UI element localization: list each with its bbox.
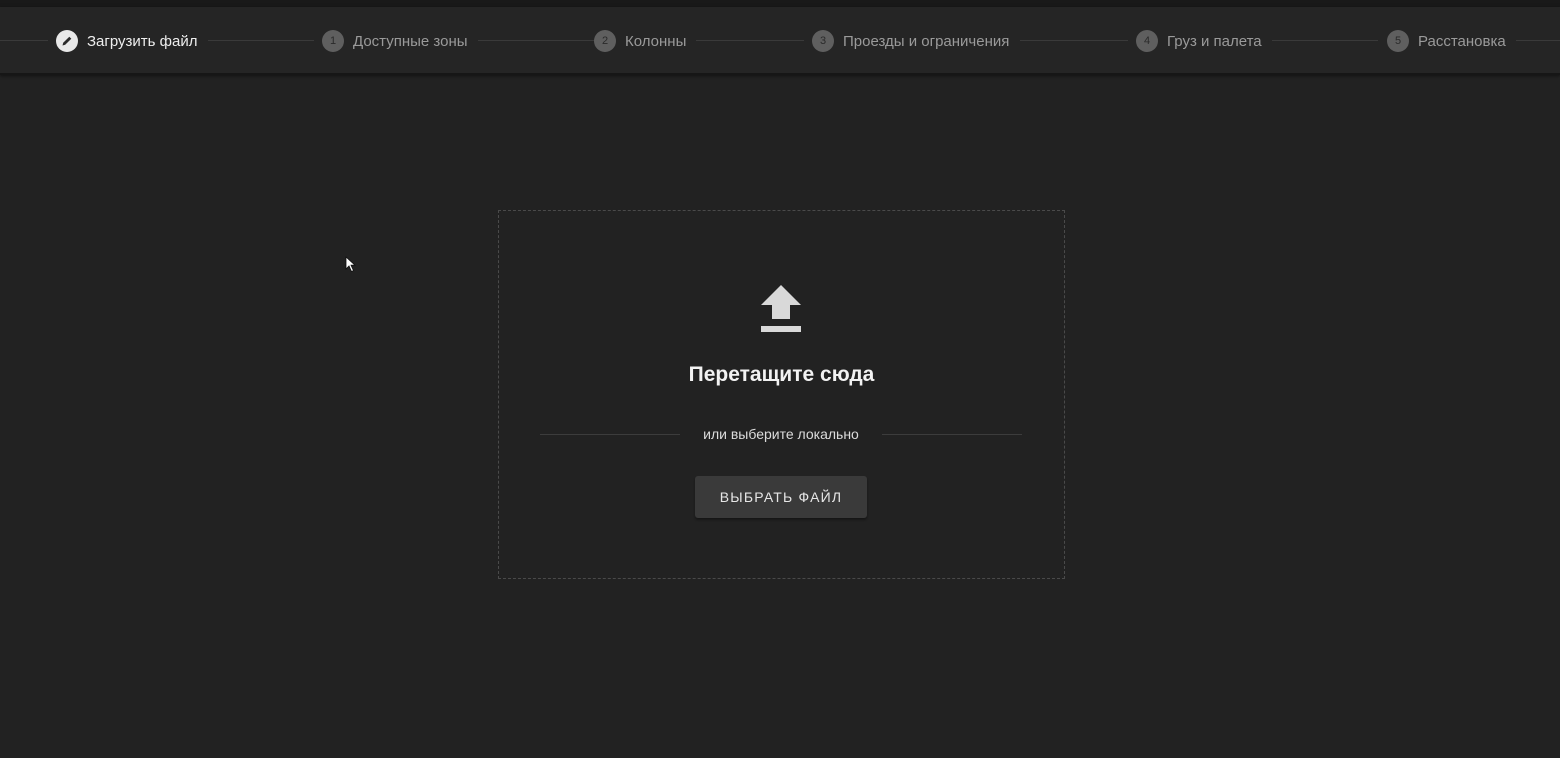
top-strip (0, 0, 1560, 7)
mouse-cursor-icon (345, 256, 357, 273)
stepper: Загрузить файл 1 Доступные зоны 2 Колонн… (0, 7, 1560, 75)
stepper-connector (478, 40, 596, 41)
stepper-connector (1516, 40, 1560, 41)
step-upload-file[interactable]: Загрузить файл (56, 29, 197, 53)
stepper-connector (0, 40, 48, 41)
step-label: Проезды и ограничения (843, 32, 1010, 50)
step-columns[interactable]: 2 Колонны (594, 29, 686, 53)
dropzone-divider: или выберите локально (540, 425, 1022, 445)
divider-text: или выберите локально (703, 426, 859, 442)
stepper-connector (696, 40, 804, 41)
step-label: Расстановка (1418, 32, 1506, 50)
step-available-zones[interactable]: 1 Доступные зоны (322, 29, 468, 53)
stepper-connector (1272, 40, 1378, 41)
step-label: Загрузить файл (87, 32, 198, 50)
step-cargo-pallet[interactable]: 4 Груз и палета (1136, 29, 1262, 53)
step-passages-restrictions[interactable]: 3 Проезды и ограничения (812, 29, 1009, 53)
step-number: 4 (1136, 30, 1158, 52)
step-label: Колонны (625, 32, 687, 50)
pencil-icon (56, 30, 78, 52)
choose-file-button[interactable]: ВЫБРАТЬ ФАЙЛ (695, 476, 867, 518)
step-placement[interactable]: 5 Расстановка (1387, 29, 1506, 53)
file-dropzone[interactable]: Перетащите сюда или выберите локально ВЫ… (498, 210, 1065, 579)
step-label: Доступные зоны (353, 32, 468, 50)
step-number: 5 (1387, 30, 1409, 52)
step-number: 2 (594, 30, 616, 52)
step-label: Груз и палета (1167, 32, 1262, 50)
step-number: 3 (812, 30, 834, 52)
step-number: 1 (322, 30, 344, 52)
dropzone-title: Перетащите сюда (688, 363, 875, 386)
upload-icon (761, 285, 801, 332)
stepper-connector (208, 40, 314, 41)
stepper-connector (1020, 40, 1128, 41)
